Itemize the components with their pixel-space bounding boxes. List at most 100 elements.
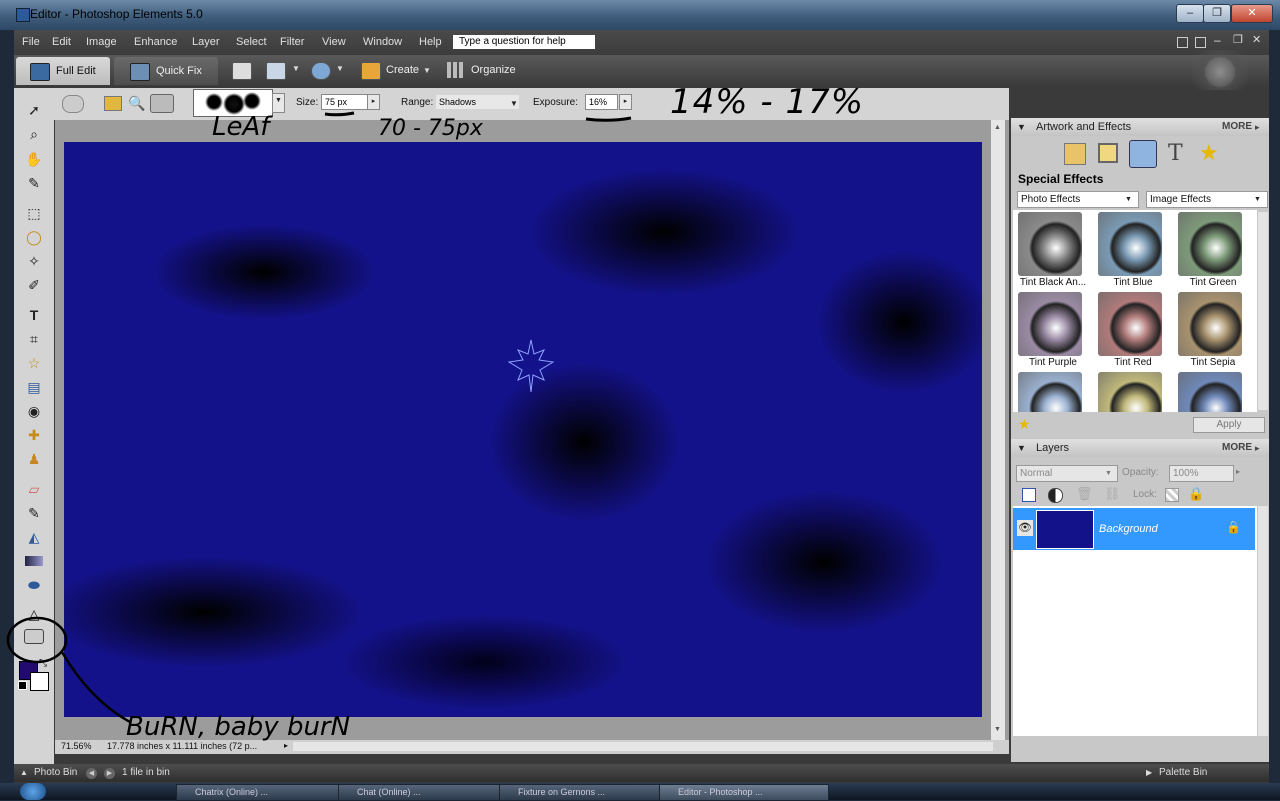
taskbar-item[interactable]: Chat (Online) ... (338, 784, 508, 801)
doc-minimize-icon[interactable]: ‒ (1214, 33, 1221, 47)
share-dropdown-icon[interactable]: ▼ (292, 64, 300, 73)
exposure-slider-button[interactable]: ▸ (619, 94, 632, 110)
tab-full-edit[interactable]: Full Edit (16, 57, 110, 85)
effect-thumbnail[interactable] (1173, 370, 1253, 412)
magic-wand-tool-icon[interactable]: ✧ (23, 251, 45, 271)
straighten-tool-icon[interactable]: ▤ (23, 377, 45, 397)
panel-view-icon[interactable] (1177, 37, 1188, 48)
effect-thumbnail[interactable]: Tint Purple (1013, 290, 1093, 370)
adjustment-layer-icon[interactable] (1048, 488, 1063, 503)
photo-effects-select[interactable]: Photo Effects (1017, 191, 1139, 208)
effect-thumbnail[interactable]: Tint Blue (1093, 210, 1173, 290)
crop-tool-icon[interactable]: ⌗ (23, 329, 45, 349)
link-layers-icon[interactable]: ⛓ (1104, 486, 1121, 502)
print-icon[interactable] (232, 62, 252, 80)
clone-stamp-tool-icon[interactable]: ♟ (23, 449, 45, 469)
start-button[interactable] (20, 783, 46, 800)
scroll-up-icon[interactable]: ▲ (994, 124, 1001, 131)
taskbar-item[interactable]: Chatrix (Online) ... (176, 784, 346, 801)
effect-thumbnail[interactable]: Tint Sepia (1173, 290, 1253, 370)
layers-panel-header[interactable]: ▼ Layers MORE ▸ (1011, 439, 1269, 457)
eyedropper-tool-icon[interactable]: ✎ (23, 173, 45, 193)
range-dropdown-icon[interactable]: ▼ (510, 99, 518, 108)
email-icon[interactable] (311, 62, 331, 80)
next-file-icon[interactable]: ▶ (104, 768, 115, 779)
cookie-cutter-tool-icon[interactable]: ☆ (23, 353, 45, 373)
effects-icon[interactable] (1129, 140, 1157, 168)
photo-bin-toggle-icon[interactable]: ▲ (20, 764, 28, 782)
blend-mode-select[interactable]: Normal (1016, 465, 1118, 482)
organize-icon[interactable] (447, 62, 465, 78)
palette-bin-toggle-icon[interactable]: ▶ (1146, 764, 1152, 782)
scroll-down-icon[interactable]: ▼ (994, 726, 1001, 733)
delete-layer-icon[interactable]: 🗑 (1076, 486, 1093, 502)
exposure-input[interactable]: 16% (585, 94, 618, 110)
minimize-button[interactable]: ‒ (1176, 4, 1204, 23)
menu-edit[interactable]: Edit (52, 36, 71, 48)
effect-thumbnail[interactable] (1093, 370, 1173, 412)
layers-more-button[interactable]: MORE (1222, 439, 1252, 457)
layers-scrollbar[interactable] (1258, 506, 1268, 736)
brush-tool-icon[interactable]: ✎ (23, 503, 45, 523)
effect-thumbnail[interactable]: Tint Red (1093, 290, 1173, 370)
photo-bin-label[interactable]: Photo Bin (34, 764, 77, 782)
more-arrow-icon[interactable]: ▸ (1255, 118, 1260, 136)
range-select[interactable]: Shadows (436, 95, 519, 109)
menu-file[interactable]: File (22, 36, 40, 48)
image-canvas[interactable] (64, 142, 982, 717)
email-dropdown-icon[interactable]: ▼ (336, 64, 344, 73)
create-dropdown-icon[interactable]: ▼ (423, 66, 431, 75)
prev-file-icon[interactable]: ◀ (86, 768, 97, 779)
frames-icon[interactable] (1098, 143, 1118, 163)
collapse-icon[interactable]: ▼ (1017, 439, 1026, 457)
doc-restore-icon[interactable]: ❐ (1233, 33, 1243, 46)
selection-brush-tool-icon[interactable]: ✐ (23, 275, 45, 295)
sponge-tool-icon[interactable] (104, 96, 122, 111)
backgrounds-icon[interactable] (1064, 143, 1086, 165)
menu-help[interactable]: Help (419, 36, 442, 48)
image-effects-dropdown-icon[interactable]: ▼ (1254, 196, 1261, 203)
red-eye-tool-icon[interactable]: ◉ (23, 401, 45, 421)
effect-thumbnail[interactable] (1013, 370, 1093, 412)
zoom-level[interactable]: 71.56% (61, 741, 92, 751)
panel-view-icon-2[interactable] (1195, 37, 1206, 48)
apply-button[interactable]: Apply (1193, 417, 1265, 433)
palette-bin-label[interactable]: Palette Bin (1159, 764, 1207, 782)
image-effects-select[interactable]: Image Effects (1146, 191, 1268, 208)
taskbar-item[interactable]: Editor - Photoshop ... (659, 784, 829, 801)
share-icon[interactable] (266, 62, 286, 80)
text-styles-icon[interactable]: T (1168, 141, 1183, 166)
favorite-star-icon[interactable]: ★ (1018, 416, 1031, 433)
vertical-scrollbar[interactable]: ▲ ▼ (991, 120, 1005, 740)
move-tool-icon[interactable]: ➚ (23, 100, 45, 120)
lock-transparency-icon[interactable] (1165, 488, 1179, 502)
menu-image[interactable]: Image (86, 36, 117, 48)
opacity-slider-icon[interactable]: ▸ (1236, 467, 1240, 476)
effect-thumbnail[interactable]: Tint Green (1173, 210, 1253, 290)
new-layer-icon[interactable] (1022, 488, 1036, 502)
maximize-button[interactable]: ❐ (1203, 4, 1231, 23)
menu-filter[interactable]: Filter (280, 36, 304, 48)
lock-all-icon[interactable]: 🔒 (1188, 486, 1204, 502)
favorites-icon[interactable]: ★ (1199, 140, 1219, 166)
burn-tool-option-icon[interactable] (150, 94, 174, 113)
lasso-tool-icon[interactable]: ◯ (23, 227, 45, 247)
paint-bucket-tool-icon[interactable]: ◭ (23, 527, 45, 547)
brush-dropdown-icon[interactable]: ▼ (272, 93, 285, 113)
help-search-input[interactable]: Type a question for help (453, 35, 595, 49)
type-tool-icon[interactable]: T (23, 305, 45, 325)
menu-layer[interactable]: Layer (192, 36, 220, 48)
marquee-tool-icon[interactable]: ⬚ (23, 203, 45, 223)
collapse-icon[interactable]: ▼ (1017, 118, 1026, 136)
horizontal-scrollbar[interactable] (293, 742, 993, 751)
create-button[interactable]: Create (386, 64, 419, 76)
zoom-tool-icon[interactable]: ⌕ (23, 124, 45, 144)
eraser-tool-icon[interactable]: ▱ (23, 479, 45, 499)
info-arrow-icon[interactable]: ▸ (284, 741, 288, 750)
taskbar-item[interactable]: Fixture on Gernons ... (499, 784, 667, 801)
opacity-input[interactable]: 100% (1169, 465, 1234, 482)
dodge-tool-icon[interactable]: 🔍 (128, 95, 145, 112)
effects-scrollbar[interactable] (1258, 212, 1268, 410)
close-button[interactable]: ✕ (1231, 4, 1273, 23)
visibility-eye-icon[interactable]: 👁 (1017, 520, 1033, 536)
